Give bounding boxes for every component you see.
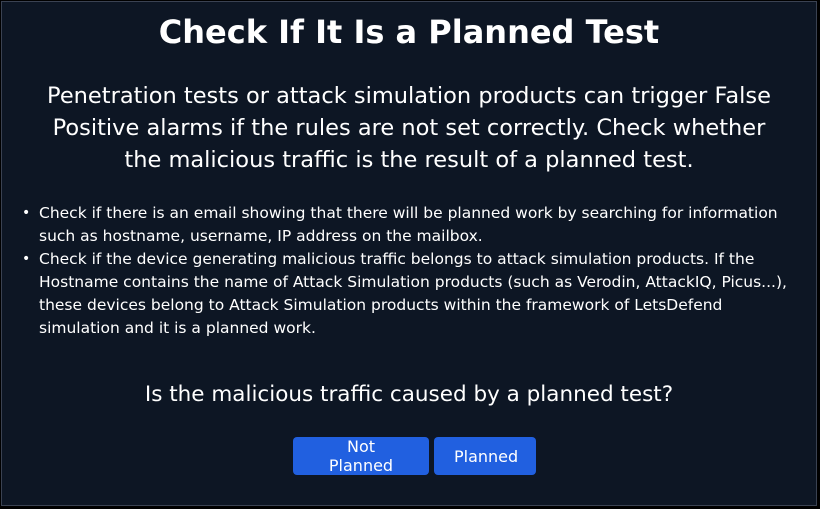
guidance-item-text: Check if the device generating malicious…: [39, 250, 787, 337]
dialog-question: Is the malicious traffic caused by a pla…: [144, 382, 674, 407]
answer-button-group: Not Planned Planned: [293, 437, 536, 475]
guidance-item-device-check: • Check if the device generating malicio…: [22, 248, 818, 340]
dialog-description: Penetration tests or attack simulation p…: [47, 83, 771, 173]
guidance-item-email-check: • Check if there is an email showing tha…: [22, 202, 818, 248]
bullet-icon: •: [22, 205, 31, 221]
planned-test-dialog: Check If It Is a Planned Test Penetratio…: [1, 1, 817, 506]
planned-button[interactable]: Planned: [434, 437, 536, 475]
guidance-item-text: Check if there is an email showing that …: [39, 204, 778, 245]
bullet-icon: •: [22, 251, 31, 267]
dialog-title: Check If It Is a Planned Test: [158, 13, 660, 51]
guidance-list: • Check if there is an email showing tha…: [2, 202, 818, 340]
not-planned-button[interactable]: Not Planned: [293, 437, 429, 475]
